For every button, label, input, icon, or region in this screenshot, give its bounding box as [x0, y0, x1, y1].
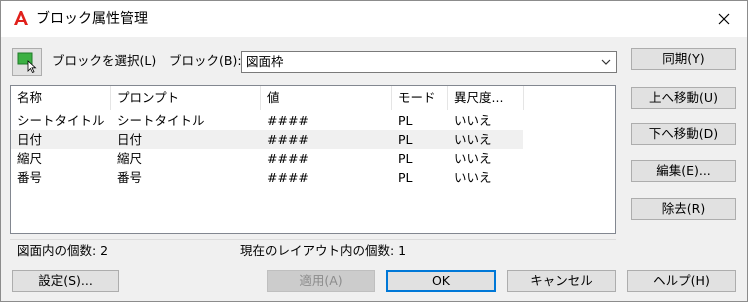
cell-name: 番号	[17, 170, 43, 185]
block-dropdown-value: 図面枠	[246, 54, 284, 69]
autocad-logo-icon	[13, 10, 29, 26]
cell-mode: PL	[398, 151, 413, 166]
cell-mode: PL	[398, 132, 413, 147]
cancel-button[interactable]: キャンセル	[507, 270, 616, 292]
column-header-annotative[interactable]: 異尺度...	[448, 86, 524, 110]
cell-annotative: いいえ	[454, 151, 492, 166]
list-header: 名称 プロンプト 値 モード 異尺度...	[11, 86, 615, 110]
close-button[interactable]	[701, 1, 747, 37]
table-row[interactable]: 日付 日付 #### PL いいえ	[11, 130, 523, 149]
cell-annotative: いいえ	[454, 170, 492, 185]
select-block-icon	[17, 52, 37, 74]
select-block-label[interactable]: ブロックを選択(L)	[52, 53, 156, 69]
window-title: ブロック属性管理	[36, 11, 148, 27]
column-header-prompt[interactable]: プロンプト	[111, 86, 261, 110]
edit-button[interactable]: 編集(E)...	[631, 160, 736, 182]
settings-button[interactable]: 設定(S)...	[12, 270, 119, 292]
cell-mode: PL	[398, 170, 413, 185]
select-block-button[interactable]	[12, 48, 42, 76]
cell-value: ####	[267, 151, 309, 166]
cell-value: ####	[267, 170, 309, 185]
cell-prompt: 縮尺	[117, 151, 143, 166]
apply-button[interactable]: 適用(A)	[267, 270, 375, 292]
status-bar: 図面内の個数: 2 現在のレイアウト内の個数: 1	[10, 239, 616, 259]
attribute-list[interactable]: 名称 プロンプト 値 モード 異尺度... シートタイトル シートタイトル ##…	[10, 85, 616, 234]
move-up-button[interactable]: 上へ移動(U)	[631, 87, 736, 109]
cell-name: 日付	[17, 132, 43, 147]
chevron-down-icon	[601, 59, 611, 65]
move-down-button[interactable]: 下へ移動(D)	[631, 123, 736, 145]
column-header-name[interactable]: 名称	[11, 86, 111, 110]
table-row[interactable]: 番号 番号 #### PL いいえ	[11, 168, 615, 187]
cell-annotative: いいえ	[454, 113, 492, 128]
cell-value: ####	[267, 113, 309, 128]
cell-prompt: 番号	[117, 170, 143, 185]
block-attribute-manager-dialog: ブロック属性管理 ブロックを選択(L) ブロック(B): 図面枠 名称 プロンプ…	[0, 0, 748, 302]
cell-value: ####	[267, 132, 309, 147]
cell-name: シートタイトル	[17, 113, 105, 128]
ok-button[interactable]: OK	[386, 270, 496, 292]
cell-name: 縮尺	[17, 151, 43, 166]
count-in-drawing: 図面内の個数: 2	[17, 243, 109, 258]
block-label: ブロック(B):	[169, 53, 242, 68]
cell-mode: PL	[398, 113, 413, 128]
cell-prompt: 日付	[117, 132, 143, 147]
remove-button[interactable]: 除去(R)	[631, 198, 736, 220]
close-icon	[718, 13, 730, 25]
cell-annotative: いいえ	[454, 132, 492, 147]
sync-button[interactable]: 同期(Y)	[631, 48, 736, 70]
title-bar: ブロック属性管理	[1, 1, 747, 37]
table-row[interactable]: 縮尺 縮尺 #### PL いいえ	[11, 149, 615, 168]
count-in-layout: 現在のレイアウト内の個数: 1	[240, 243, 407, 258]
table-row[interactable]: シートタイトル シートタイトル #### PL いいえ	[11, 111, 615, 130]
column-header-mode[interactable]: モード	[392, 86, 448, 110]
cell-prompt: シートタイトル	[117, 113, 205, 128]
block-dropdown[interactable]: 図面枠	[241, 51, 617, 73]
column-header-value[interactable]: 値	[261, 86, 392, 110]
help-button[interactable]: ヘルプ(H)	[627, 270, 736, 292]
